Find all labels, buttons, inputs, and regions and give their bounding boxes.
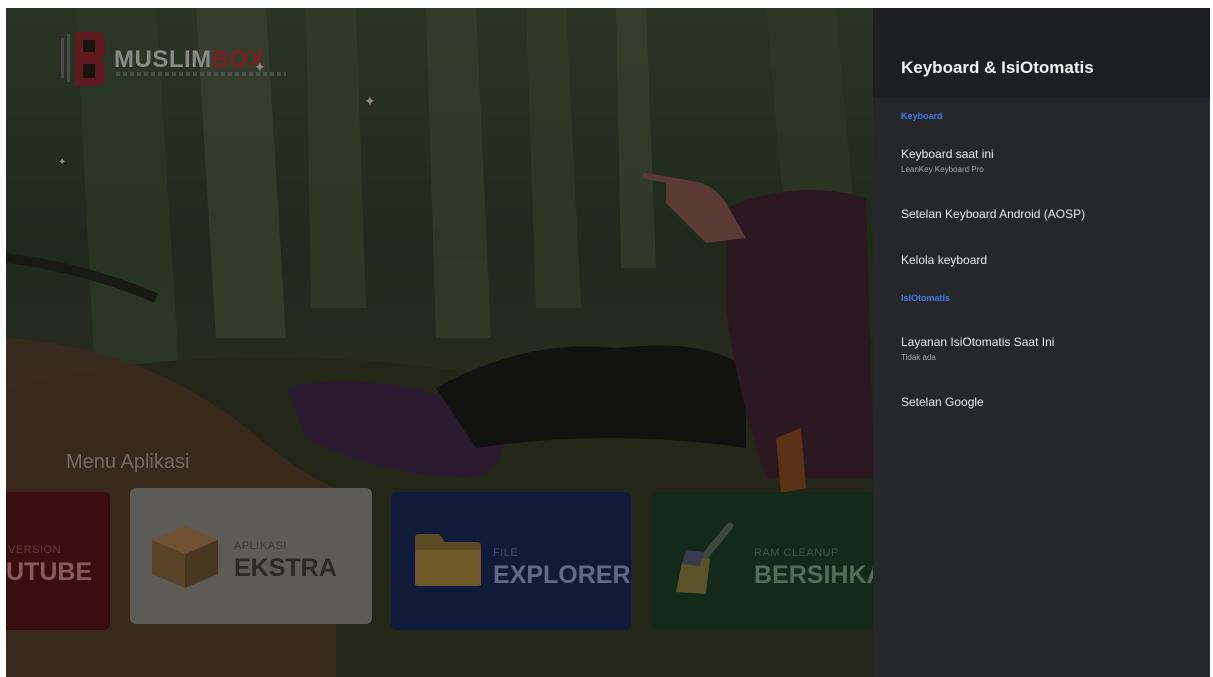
logo-wordmark: MUSLIMBOX xyxy=(114,46,266,73)
menu-item-aosp-keyboard-settings[interactable]: Setelan Keyboard Android (AOSP) xyxy=(893,207,1193,221)
tile-subtitle: RAM CLEANUP xyxy=(754,547,839,559)
broom-icon xyxy=(676,522,734,594)
muslimbox-logo: MUSLIMBOX xyxy=(46,28,286,88)
tile-subtitle: FILE xyxy=(493,547,519,559)
panel-title: Keyboard & IsiOtomatis xyxy=(901,58,1094,77)
item-title: Kelola keyboard xyxy=(901,253,988,267)
menu-item-manage-keyboards[interactable]: Kelola keyboard xyxy=(893,253,1193,267)
ram-cleanup-tile[interactable]: RAM CLEANUP BERSIHKAN xyxy=(652,492,874,630)
section-label-keyboard: Keyboard xyxy=(901,111,943,121)
item-subtitle: LeanKey Keyboard Pro xyxy=(901,165,984,174)
keyboard-autofill-settings-panel: Keyboard & IsiOtomatis Keyboard Keyboard… xyxy=(873,8,1210,677)
menu-item-google-settings[interactable]: Setelan Google xyxy=(893,395,1193,409)
menu-item-current-keyboard[interactable]: Keyboard saat ini LeanKey Keyboard Pro xyxy=(893,147,1193,174)
sparkle-icon: ✦ xyxy=(58,157,67,168)
box-icon xyxy=(152,526,218,588)
muslimbox-logo-icon xyxy=(61,32,105,86)
item-subtitle: Tidak ada xyxy=(901,353,936,362)
file-explorer-tile[interactable]: FILE EXPLORER xyxy=(391,492,631,630)
tile-subtitle: APLIKASI xyxy=(234,540,287,552)
sparkle-icon: ✦ xyxy=(254,59,266,75)
item-title: Layanan IsiOtomatis Saat Ini xyxy=(901,335,1055,349)
section-label-autofill: IsiOtomatis xyxy=(901,293,951,303)
menu-item-autofill-service[interactable]: Layanan IsiOtomatis Saat Ini Tidak ada xyxy=(893,335,1193,362)
item-title: Setelan Google xyxy=(901,395,984,409)
tile-title: EXPLORER xyxy=(493,561,631,589)
launcher-background: MUSLIMBOX ✦ ✦ ✦ Menu Aplikasi VERSION UT… xyxy=(6,8,874,677)
sparkle-icon: ✦ xyxy=(364,93,376,109)
tv-screen: MUSLIMBOX ✦ ✦ ✦ Menu Aplikasi VERSION UT… xyxy=(6,8,1210,677)
folder-icon xyxy=(415,534,481,586)
menu-aplikasi-title: Menu Aplikasi xyxy=(66,451,190,473)
tile-title: EKSTRA xyxy=(234,554,337,582)
item-title: Keyboard saat ini xyxy=(901,147,994,161)
panel-header: Keyboard & IsiOtomatis xyxy=(873,8,1210,98)
item-title: Setelan Keyboard Android (AOSP) xyxy=(901,207,1086,221)
tile-title: UTUBE xyxy=(6,558,93,586)
tile-title: BERSIHKAN xyxy=(754,561,874,589)
tile-subtitle: VERSION xyxy=(8,544,62,556)
app-tiles-row: VERSION UTUBE APLIKASI EKSTRA FILE EXPLO… xyxy=(6,488,874,632)
aplikasi-ekstra-tile[interactable]: APLIKASI EKSTRA xyxy=(130,488,372,624)
youtube-tile[interactable]: VERSION UTUBE xyxy=(6,492,110,630)
